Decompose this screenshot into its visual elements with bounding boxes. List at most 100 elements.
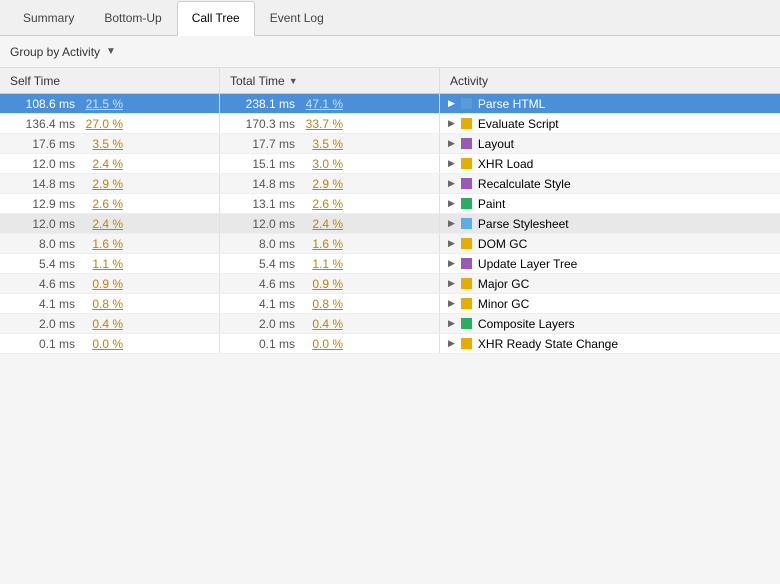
activity-label: Evaluate Script: [478, 117, 559, 131]
self-pct-value: 2.4 %: [81, 157, 123, 171]
total-time-value: 14.8 ms: [230, 177, 295, 191]
expand-arrow-icon[interactable]: ▶: [448, 178, 455, 189]
activity-label: XHR Load: [478, 157, 533, 171]
activity-color-icon: [461, 138, 472, 149]
activity-label: Parse Stylesheet: [478, 217, 569, 231]
total-pct-value: 0.9 %: [301, 277, 343, 291]
activity-color-icon: [461, 218, 472, 229]
self-pct-value: 1.6 %: [81, 237, 123, 251]
table-row[interactable]: 12.0 ms 2.4 % 12.0 ms 2.4 % ▶ Parse Styl…: [0, 214, 780, 234]
expand-arrow-icon[interactable]: ▶: [448, 278, 455, 289]
cell-activity: ▶ Parse HTML: [440, 94, 780, 113]
self-time-value: 4.6 ms: [10, 277, 75, 291]
expand-arrow-icon[interactable]: ▶: [448, 98, 455, 109]
expand-arrow-icon[interactable]: ▶: [448, 218, 455, 229]
tab-call-tree[interactable]: Call Tree: [177, 1, 255, 36]
activity-color-icon: [461, 298, 472, 309]
total-pct-value: 47.1 %: [301, 97, 343, 111]
self-time-value: 17.6 ms: [10, 137, 75, 151]
table-row[interactable]: 136.4 ms 27.0 % 170.3 ms 33.7 % ▶ Evalua…: [0, 114, 780, 134]
expand-arrow-icon[interactable]: ▶: [448, 138, 455, 149]
tab-bottom-up[interactable]: Bottom-Up: [89, 0, 176, 35]
group-by-dropdown-arrow[interactable]: ▼: [106, 46, 116, 57]
cell-total-time: 0.1 ms 0.0 %: [220, 334, 440, 353]
expand-arrow-icon[interactable]: ▶: [448, 338, 455, 349]
tab-summary[interactable]: Summary: [8, 0, 89, 35]
activity-label: Composite Layers: [478, 317, 575, 331]
cell-total-time: 5.4 ms 1.1 %: [220, 254, 440, 273]
table-row[interactable]: 12.0 ms 2.4 % 15.1 ms 3.0 % ▶ XHR Load: [0, 154, 780, 174]
activity-color-icon: [461, 338, 472, 349]
cell-total-time: 2.0 ms 0.4 %: [220, 314, 440, 333]
cell-activity: ▶ Update Layer Tree: [440, 254, 780, 273]
expand-arrow-icon[interactable]: ▶: [448, 318, 455, 329]
expand-arrow-icon[interactable]: ▶: [448, 298, 455, 309]
cell-total-time: 8.0 ms 1.6 %: [220, 234, 440, 253]
activity-color-icon: [461, 238, 472, 249]
total-pct-value: 1.1 %: [301, 257, 343, 271]
table-row[interactable]: 0.1 ms 0.0 % 0.1 ms 0.0 % ▶ XHR Ready St…: [0, 334, 780, 354]
table-row[interactable]: 4.6 ms 0.9 % 4.6 ms 0.9 % ▶ Major GC: [0, 274, 780, 294]
cell-activity: ▶ Recalculate Style: [440, 174, 780, 193]
cell-total-time: 170.3 ms 33.7 %: [220, 114, 440, 133]
total-time-value: 15.1 ms: [230, 157, 295, 171]
table-body: 108.6 ms 21.5 % 238.1 ms 47.1 % ▶ Parse …: [0, 94, 780, 354]
group-by-bar: Group by Activity ▼: [0, 36, 780, 68]
self-time-value: 8.0 ms: [10, 237, 75, 251]
expand-arrow-icon[interactable]: ▶: [448, 238, 455, 249]
table-row[interactable]: 5.4 ms 1.1 % 5.4 ms 1.1 % ▶ Update Layer…: [0, 254, 780, 274]
table-row[interactable]: 2.0 ms 0.4 % 2.0 ms 0.4 % ▶ Composite La…: [0, 314, 780, 334]
activity-label: DOM GC: [478, 237, 527, 251]
tab-event-log[interactable]: Event Log: [255, 0, 339, 35]
expand-arrow-icon[interactable]: ▶: [448, 258, 455, 269]
total-time-value: 17.7 ms: [230, 137, 295, 151]
cell-activity: ▶ Layout: [440, 134, 780, 153]
activity-color-icon: [461, 118, 472, 129]
cell-activity: ▶ Composite Layers: [440, 314, 780, 333]
cell-self-time: 8.0 ms 1.6 %: [0, 234, 220, 253]
cell-activity: ▶ DOM GC: [440, 234, 780, 253]
expand-arrow-icon[interactable]: ▶: [448, 158, 455, 169]
cell-activity: ▶ Major GC: [440, 274, 780, 293]
expand-arrow-icon[interactable]: ▶: [448, 198, 455, 209]
cell-activity: ▶ XHR Ready State Change: [440, 334, 780, 353]
cell-self-time: 0.1 ms 0.0 %: [0, 334, 220, 353]
table-row[interactable]: 17.6 ms 3.5 % 17.7 ms 3.5 % ▶ Layout: [0, 134, 780, 154]
activity-label: Minor GC: [478, 297, 529, 311]
total-pct-value: 0.8 %: [301, 297, 343, 311]
activity-color-icon: [461, 98, 472, 109]
activity-label: Update Layer Tree: [478, 257, 577, 271]
total-time-value: 4.1 ms: [230, 297, 295, 311]
total-pct-value: 3.0 %: [301, 157, 343, 171]
expand-arrow-icon[interactable]: ▶: [448, 118, 455, 129]
cell-activity: ▶ Paint: [440, 194, 780, 213]
total-pct-value: 0.0 %: [301, 337, 343, 351]
group-by-label: Group by Activity: [10, 45, 100, 59]
table-row[interactable]: 8.0 ms 1.6 % 8.0 ms 1.6 % ▶ DOM GC: [0, 234, 780, 254]
activity-color-icon: [461, 258, 472, 269]
table-row[interactable]: 4.1 ms 0.8 % 4.1 ms 0.8 % ▶ Minor GC: [0, 294, 780, 314]
self-pct-value: 0.9 %: [81, 277, 123, 291]
cell-total-time: 15.1 ms 3.0 %: [220, 154, 440, 173]
cell-total-time: 238.1 ms 47.1 %: [220, 94, 440, 113]
col-header-total-time[interactable]: Total Time ▼: [220, 68, 440, 93]
self-time-value: 4.1 ms: [10, 297, 75, 311]
tab-bar: Summary Bottom-Up Call Tree Event Log: [0, 0, 780, 36]
table-row[interactable]: 12.9 ms 2.6 % 13.1 ms 2.6 % ▶ Paint: [0, 194, 780, 214]
total-time-value: 0.1 ms: [230, 337, 295, 351]
total-time-value: 170.3 ms: [230, 117, 295, 131]
self-pct-value: 2.9 %: [81, 177, 123, 191]
total-pct-value: 0.4 %: [301, 317, 343, 331]
activity-color-icon: [461, 278, 472, 289]
col-header-self-time[interactable]: Self Time: [0, 68, 220, 93]
total-pct-value: 2.9 %: [301, 177, 343, 191]
table-row[interactable]: 108.6 ms 21.5 % 238.1 ms 47.1 % ▶ Parse …: [0, 94, 780, 114]
self-pct-value: 27.0 %: [81, 117, 123, 131]
table-row[interactable]: 14.8 ms 2.9 % 14.8 ms 2.9 % ▶ Recalculat…: [0, 174, 780, 194]
cell-activity: ▶ Evaluate Script: [440, 114, 780, 133]
self-pct-value: 0.8 %: [81, 297, 123, 311]
self-pct-value: 0.4 %: [81, 317, 123, 331]
cell-activity: ▶ Parse Stylesheet: [440, 214, 780, 233]
col-header-activity[interactable]: Activity: [440, 68, 780, 93]
total-time-value: 12.0 ms: [230, 217, 295, 231]
